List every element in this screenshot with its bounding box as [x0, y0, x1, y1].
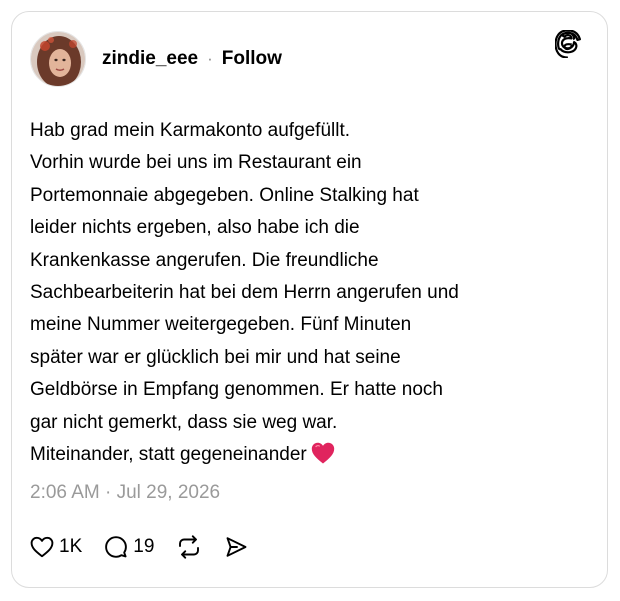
post-header: zindie_eee · Follow: [30, 30, 282, 88]
post-body: Hab grad mein Karmakonto aufgefüllt. Vor…: [30, 115, 575, 475]
reply-button[interactable]: 19: [104, 535, 154, 559]
post-text-line: Geldbörse in Empfang genommen. Er hatte …: [30, 379, 443, 401]
avatar[interactable]: [30, 31, 86, 87]
avatar-image: [31, 32, 85, 86]
post-text-last-line: Miteinander, statt gegeneinander: [30, 439, 575, 475]
post-text-line: Miteinander, statt gegeneinander: [30, 444, 307, 466]
post-text-line: Hab grad mein Karmakonto aufgefüllt.: [30, 120, 351, 141]
separator-dot: ·: [207, 49, 213, 68]
like-button[interactable]: 1K: [30, 536, 82, 558]
post-text-line: Krankenkasse angerufen. Die freundliche: [30, 249, 379, 271]
heart-outline-icon: [30, 536, 54, 558]
send-paper-plane-icon: [224, 535, 248, 559]
repost-button[interactable]: [176, 535, 202, 559]
action-bar: 1K 19: [30, 532, 248, 562]
speech-bubble-icon: [104, 535, 128, 559]
post-timestamp[interactable]: 2:06 AM · Jul 29, 2026: [30, 482, 220, 504]
post-text-line: Portemonnaie abgegeben. Online Stalking …: [30, 184, 419, 206]
post-text-line: später war er glücklich bei mir und hat …: [30, 346, 401, 368]
follow-button[interactable]: Follow: [222, 48, 282, 70]
share-button[interactable]: [224, 535, 248, 559]
post-text-line: gar nicht gemerkt, dass sie weg war.: [30, 411, 338, 433]
like-count: 1K: [59, 536, 83, 557]
post-text-line: Vorhin wurde bei uns im Restaurant ein: [30, 152, 362, 174]
post-text-line: Sachbearbeiterin hat bei dem Herrn anger…: [30, 282, 459, 304]
reply-count: 19: [133, 536, 155, 557]
username[interactable]: zindie_eee: [102, 48, 198, 70]
post-text-line: meine Nummer weitergegeben. Fünf Minuten: [30, 314, 412, 336]
threads-logo-icon[interactable]: [554, 29, 581, 59]
repost-arrows-icon: [176, 535, 202, 559]
red-heart-emoji-icon: [311, 442, 335, 475]
post-text-line: leider nichts ergeben, also habe ich die: [30, 217, 360, 239]
